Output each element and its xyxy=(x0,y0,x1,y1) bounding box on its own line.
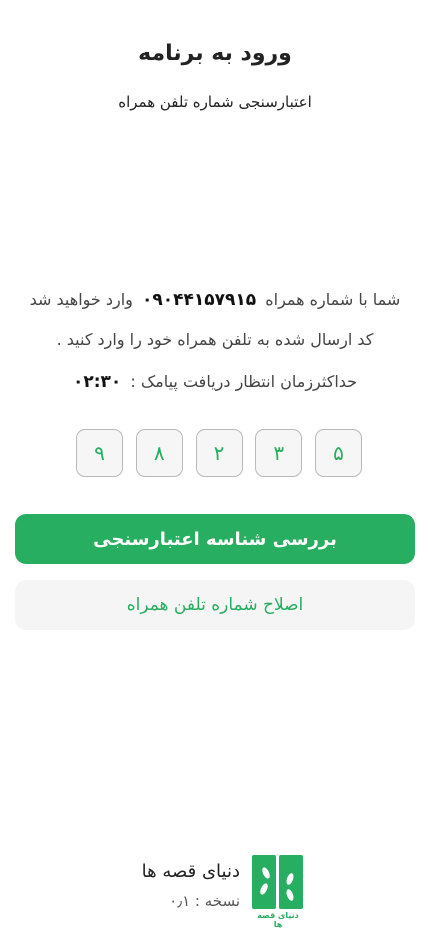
message-instruction: کد ارسال شده به تلفن همراه خود را وارد ک… xyxy=(56,330,374,349)
otp-digit-input[interactable]: ۹ xyxy=(76,429,123,477)
login-screen: ورود به برنامه اعتبارسنجی شماره تلفن همر… xyxy=(0,0,430,932)
countdown-timer: ۰۲:۳۰ xyxy=(72,372,122,392)
app-brand: دنیای قصه ها نسخه : ۰٫۱ دنیای قصه ها xyxy=(120,852,310,929)
otp-digit-input[interactable]: ۲ xyxy=(195,429,243,477)
edit-phone-button[interactable]: اصلاح شماره تلفن همراه xyxy=(15,580,415,630)
otp-input-group: ۵ ۳ ۲ ۸ ۹ xyxy=(76,429,362,479)
book-leaf-logo-icon xyxy=(252,855,303,909)
brand-text: دنیای قصه ها نسخه : ۰٫۱ xyxy=(120,858,240,916)
page-subtitle: اعتبارسنجی شماره تلفن همراه xyxy=(118,93,312,111)
message-after-phone: وارد خواهید شد xyxy=(29,290,133,309)
phone-number: ۰۹۰۴۴۱۵۷۹۱۵ xyxy=(142,290,257,310)
brand-name: دنیای قصه ها xyxy=(141,861,240,882)
app-logo: دنیای قصه ها xyxy=(252,855,304,929)
otp-digit-input[interactable]: ۵ xyxy=(315,429,362,477)
timer-label: حداکثرزمان انتظار دریافت پیامک : xyxy=(130,372,358,391)
logo-caption: دنیای قصه ها xyxy=(257,911,299,929)
otp-digit-input[interactable]: ۳ xyxy=(255,429,303,477)
page-title: ورود به برنامه xyxy=(138,41,292,66)
app-version: نسخه : ۰٫۱ xyxy=(169,892,240,910)
otp-digit-input[interactable]: ۸ xyxy=(135,429,183,477)
sms-timer-line: حداکثرزمان انتظار دریافت پیامک : ۰۲:۳۰ xyxy=(0,368,430,396)
verify-code-button[interactable]: بررسی شناسه اعتبارسنجی xyxy=(15,514,415,564)
message-before-phone: شما با شماره همراه xyxy=(265,290,401,309)
sent-code-message: شما با شماره همراه ۰۹۰۴۴۱۵۷۹۱۵ وارد خواه… xyxy=(18,280,412,359)
